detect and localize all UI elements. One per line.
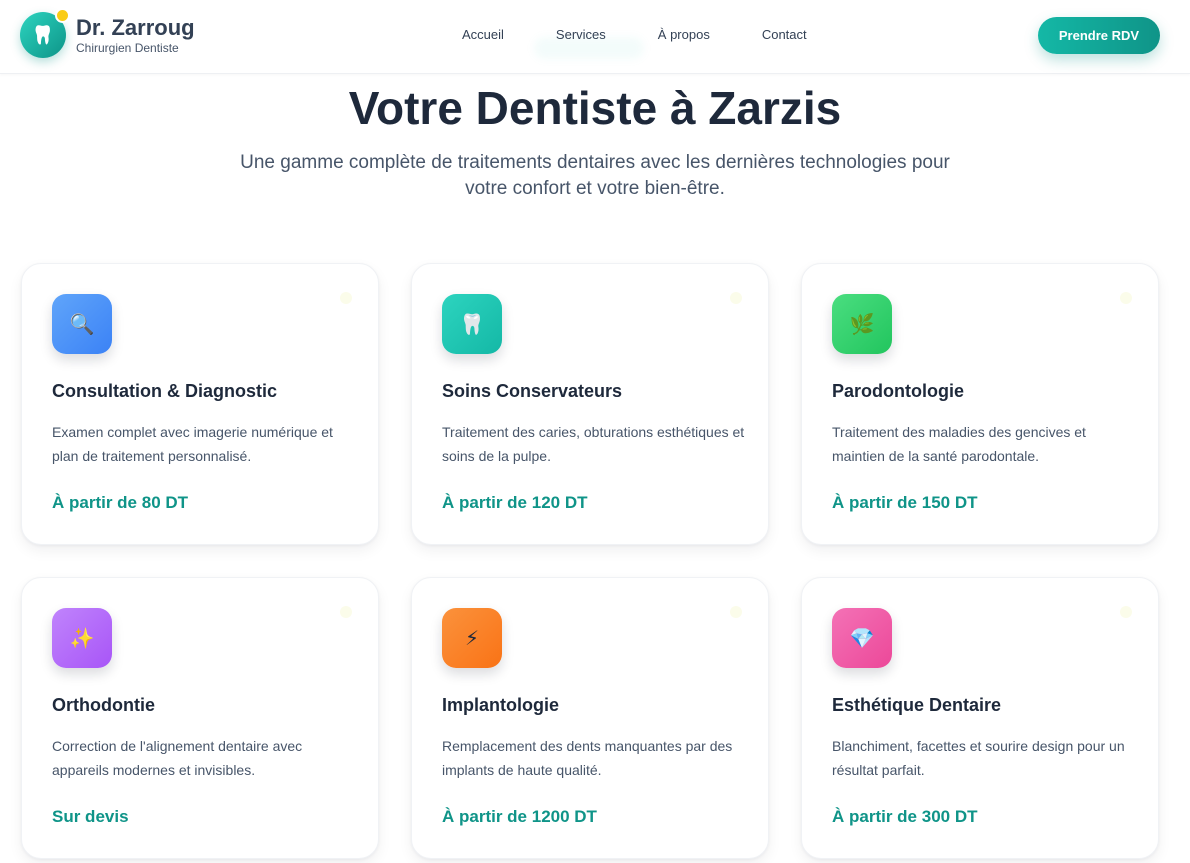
nav-services[interactable]: Services: [556, 27, 606, 43]
decor-dot: [340, 606, 352, 618]
tooth-icon: 🦷: [31, 24, 55, 45]
brand-subtitle: Chirurgien Dentiste: [76, 40, 179, 55]
notification-dot: [55, 8, 70, 23]
service-description: Traitement des maladies des gencives et …: [832, 424, 1086, 464]
service-description: Remplacement des dents manquantes par de…: [442, 738, 733, 778]
leaf-icon: 🌿: [832, 294, 892, 354]
page-subtitle: Une gamme complète de traitements dentai…: [240, 152, 950, 199]
service-price: À partir de 1200 DT: [442, 807, 597, 826]
service-card-orthodontie[interactable]: ✨ Orthodontie Correction de l'alignement…: [21, 577, 379, 859]
service-price: À partir de 80 DT: [52, 493, 189, 512]
lightning-icon: ⚡: [442, 608, 502, 668]
gem-icon: 💎: [832, 608, 892, 668]
tooth-icon: 🦷: [442, 294, 502, 354]
decor-dot: [1120, 606, 1132, 618]
service-price: À partir de 150 DT: [832, 493, 978, 512]
nav-a-propos[interactable]: À propos: [658, 27, 710, 43]
decor-dot: [1120, 292, 1132, 304]
service-description: Examen complet avec imagerie numérique e…: [52, 424, 333, 464]
service-card-implantologie[interactable]: ⚡ Implantologie Remplacement des dents m…: [411, 577, 769, 859]
service-title: Soins Conservateurs: [442, 381, 623, 401]
decor-dot: [730, 606, 742, 618]
service-description: Correction de l'alignement dentaire avec…: [52, 738, 303, 778]
service-title: Orthodontie: [52, 695, 155, 715]
service-title: Implantologie: [442, 695, 559, 715]
magnifier-icon: 🔍: [52, 294, 112, 354]
service-card-soins[interactable]: 🦷 Soins Conservateurs Traitement des car…: [411, 263, 769, 545]
service-price: À partir de 300 DT: [832, 807, 978, 826]
main-nav: Accueil Services À propos Contact: [462, 27, 807, 43]
service-title: Esthétique Dentaire: [832, 695, 1002, 715]
service-price: Sur devis: [52, 807, 129, 826]
logo-badge: 🦷: [20, 8, 70, 58]
service-description: Blanchiment, facettes et sourire design …: [832, 738, 1125, 778]
decor-dot: [730, 292, 742, 304]
sparkles-icon: ✨: [52, 608, 112, 668]
service-card-consultation[interactable]: 🔍 Consultation & Diagnostic Examen compl…: [21, 263, 379, 545]
navbar: 🦷 Dr. Zarroug Chirurgien Dentiste Accuei…: [0, 0, 1190, 74]
page-title: Votre Dentiste à Zarzis: [348, 82, 842, 134]
service-price: À partir de 120 DT: [442, 493, 588, 512]
decor-dot: [340, 292, 352, 304]
service-card-esthetique[interactable]: 💎 Esthétique Dentaire Blanchiment, facet…: [801, 577, 1159, 859]
service-title: Parodontologie: [832, 381, 964, 401]
nav-accueil[interactable]: Accueil: [462, 27, 504, 43]
brand-name: Dr. Zarroug: [76, 14, 195, 40]
service-title: Consultation & Diagnostic: [52, 381, 277, 401]
logo[interactable]: 🦷 Dr. Zarroug Chirurgien Dentiste: [20, 8, 195, 58]
book-appointment-button[interactable]: Prendre RDV: [1038, 17, 1160, 54]
service-card-parodontologie[interactable]: 🌿 Parodontologie Traitement des maladies…: [801, 263, 1159, 545]
nav-contact[interactable]: Contact: [762, 27, 807, 43]
service-description: Traitement des caries, obturations esthé…: [442, 424, 745, 464]
